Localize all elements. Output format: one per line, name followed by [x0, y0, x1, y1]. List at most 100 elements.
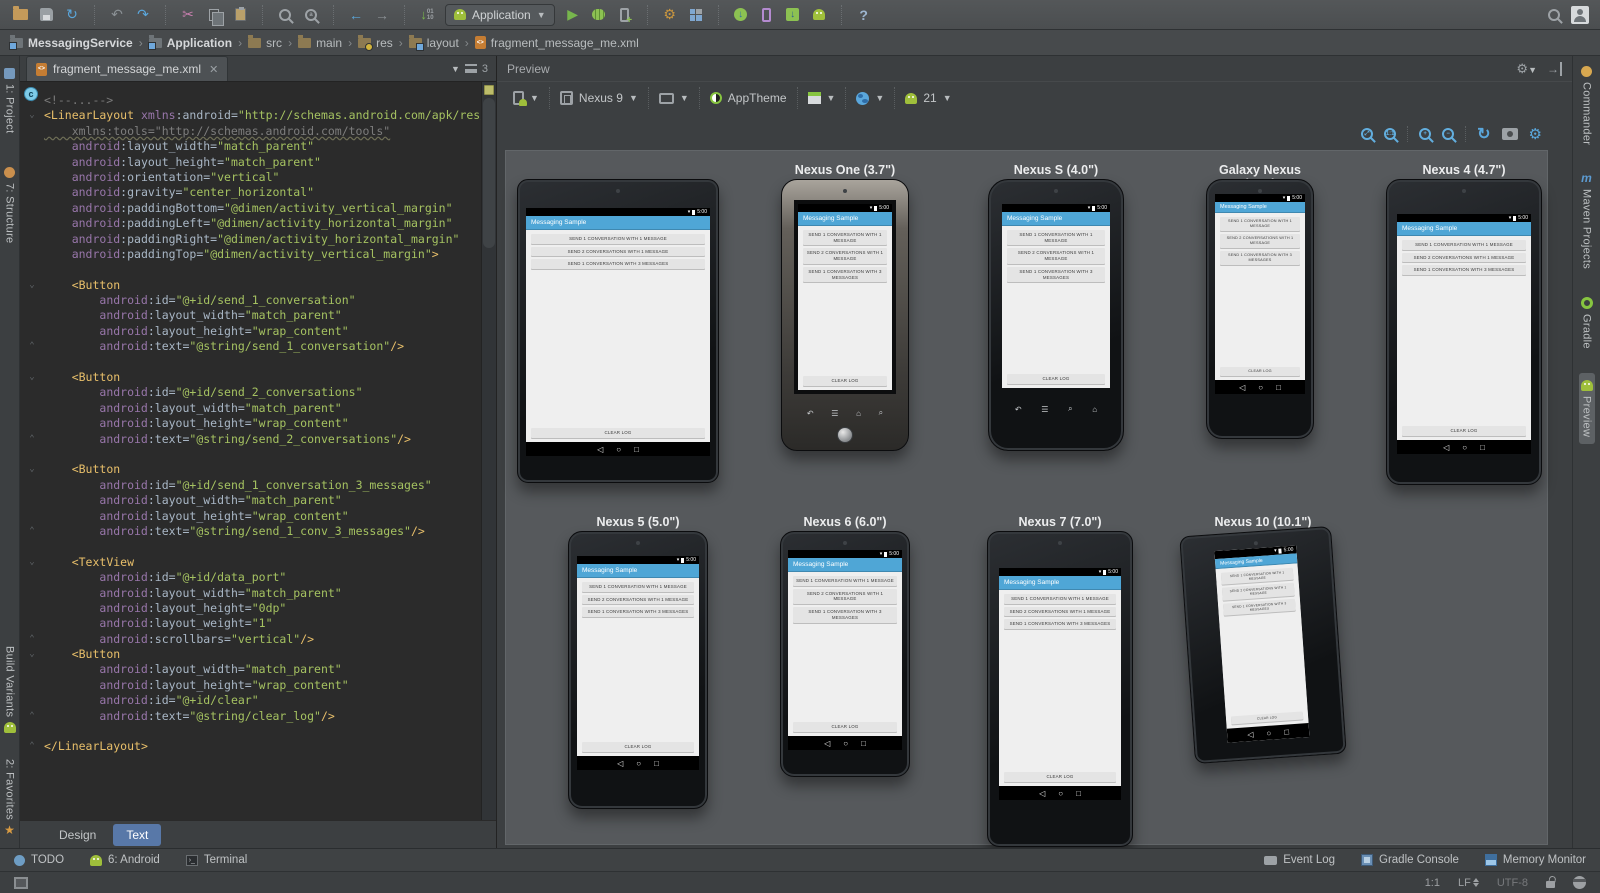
toolwindow-android[interactable]: 6: Android: [90, 854, 160, 866]
nav-back-icon[interactable]: ◁: [617, 759, 623, 768]
nav-recents-icon[interactable]: □: [654, 759, 659, 768]
nav-back-icon[interactable]: ◁: [1039, 789, 1045, 798]
device-select[interactable]: Nexus 9▼: [549, 87, 648, 109]
save-all-icon[interactable]: [34, 3, 58, 27]
send-2-conversations-button[interactable]: SEND 2 CONVERSATIONS WITH 1 MESSAGE: [1220, 234, 1300, 248]
attach-debugger-icon[interactable]: [613, 3, 637, 27]
breadcrumb-module[interactable]: Application: [149, 36, 232, 50]
nav-back-icon[interactable]: ◁: [1239, 383, 1245, 392]
clear-log-button[interactable]: CLEAR LOG: [531, 428, 705, 438]
nav-home-icon[interactable]: ○: [1266, 728, 1271, 737]
nav-back-icon[interactable]: ◁: [1247, 729, 1254, 738]
preview-canvas[interactable]: ▾ 5:00 Messaging Sample SEND 1 CONVERSAT…: [505, 150, 1548, 845]
send-2-conversations-button[interactable]: SEND 2 CONVERSATIONS WITH 1 MESSAGE: [793, 589, 897, 604]
scrollbar-thumb[interactable]: [483, 98, 495, 248]
send-2-conversations-button[interactable]: SEND 2 CONVERSATIONS WITH 1 MESSAGE: [1402, 253, 1526, 263]
forward-icon[interactable]: →: [370, 3, 394, 27]
clear-log-button[interactable]: CLEAR LOG: [1402, 426, 1526, 436]
line-separator-select[interactable]: LF: [1458, 877, 1479, 889]
breadcrumb-res[interactable]: res: [358, 36, 393, 50]
toolwindow-toggle-icon[interactable]: [14, 877, 28, 889]
nav-home-icon[interactable]: ○: [1462, 443, 1467, 452]
nav-home-icon[interactable]: ○: [843, 739, 848, 748]
hide-panel-icon[interactable]: →: [1547, 62, 1562, 76]
send-1-conversation-3-messages-button[interactable]: SEND 1 CONVERSATION WITH 3 MESSAGES: [582, 607, 694, 617]
clear-log-button[interactable]: CLEAR LOG: [803, 376, 887, 386]
send-1-conversation-button[interactable]: SEND 1 CONVERSATION WITH 1 MESSAGE: [1220, 217, 1300, 231]
file-encoding[interactable]: UTF-8: [1497, 877, 1528, 889]
send-1-conversation-3-messages-button[interactable]: SEND 1 CONVERSATION WITH 3 MESSAGES: [531, 259, 705, 269]
replace-icon[interactable]: a: [299, 3, 323, 27]
debug-icon[interactable]: [587, 3, 611, 27]
send-1-conversation-3-messages-button[interactable]: SEND 1 CONVERSATION WITH 3 MESSAGES: [793, 607, 897, 622]
send-1-conversation-3-messages-button[interactable]: SEND 1 CONVERSATION WITH 3 MESSAGES: [1004, 619, 1116, 629]
sdk-update-icon[interactable]: ↓: [781, 3, 805, 27]
activity-select[interactable]: ▼: [797, 87, 846, 109]
send-1-conversation-button[interactable]: SEND 1 CONVERSATION WITH 1 MESSAGE: [1007, 230, 1105, 245]
send-1-conversation-3-messages-button[interactable]: SEND 1 CONVERSATION WITH 3 MESSAGES: [1220, 251, 1300, 265]
hex-view-icon[interactable]: ↓0110: [415, 3, 439, 27]
send-2-conversations-button[interactable]: SEND 2 CONVERSATIONS WITH 1 MESSAGE: [1222, 583, 1295, 600]
nav-recents-icon[interactable]: □: [634, 445, 639, 454]
tab-list-icon[interactable]: [465, 64, 477, 73]
tab-design[interactable]: Design: [46, 824, 109, 846]
run-icon[interactable]: ▶: [561, 3, 585, 27]
send-1-conversation-button[interactable]: SEND 1 CONVERSATION WITH 1 MESSAGE: [1402, 240, 1526, 250]
send-1-conversation-button[interactable]: SEND 1 CONVERSATION WITH 1 MESSAGE: [1221, 568, 1294, 585]
back-icon[interactable]: ←: [344, 3, 368, 27]
send-2-conversations-button[interactable]: SEND 2 CONVERSATIONS WITH 1 MESSAGE: [1007, 248, 1105, 263]
breadcrumb-file[interactable]: <>fragment_message_me.xml: [475, 36, 639, 50]
breadcrumb-src[interactable]: src: [248, 36, 282, 50]
screenshot-icon[interactable]: [1502, 128, 1518, 140]
undo-icon[interactable]: ↶: [105, 3, 129, 27]
find-icon[interactable]: [273, 3, 297, 27]
editor-scrollbar[interactable]: [481, 82, 496, 820]
inspections-hector-icon[interactable]: [1573, 876, 1586, 889]
send-2-conversations-button[interactable]: SEND 2 CONVERSATIONS WITH 1 MESSAGE: [1004, 607, 1116, 617]
toolwindow-tab-maven[interactable]: m Maven Projects: [1581, 173, 1593, 269]
send-1-conversation-3-messages-button[interactable]: SEND 1 CONVERSATION WITH 3 MESSAGES: [1007, 267, 1105, 282]
send-1-conversation-3-messages-button[interactable]: SEND 1 CONVERSATION WITH 3 MESSAGES: [803, 267, 887, 282]
device-preview-nexus9[interactable]: ▾ 5:00 Messaging Sample SEND 1 CONVERSAT…: [517, 163, 719, 483]
send-1-conversation-button[interactable]: SEND 1 CONVERSATION WITH 1 MESSAGE: [582, 582, 694, 592]
copy-icon[interactable]: [202, 3, 226, 27]
zoom-to-fit-icon[interactable]: ⤢: [1361, 128, 1373, 140]
nav-home-icon[interactable]: ○: [1258, 383, 1263, 392]
nav-home-icon[interactable]: ○: [616, 445, 621, 454]
toolwindow-event-log[interactable]: Event Log: [1264, 854, 1335, 866]
device-preview-nexus-one[interactable]: Nexus One (3.7") ▾ 5:00 Messaging Sample…: [781, 163, 909, 451]
toolwindow-tab-favorites[interactable]: 2: Favorites ★: [4, 759, 16, 836]
open-file-icon[interactable]: [8, 3, 32, 27]
toolwindow-tab-preview[interactable]: Preview: [1579, 373, 1595, 444]
preview-settings-icon[interactable]: ⚙: [1529, 125, 1542, 143]
toolwindow-tab-gradle[interactable]: Gradle: [1581, 297, 1593, 349]
nav-recents-icon[interactable]: □: [1480, 443, 1485, 452]
zoom-out-icon[interactable]: −: [1442, 128, 1454, 140]
toolwindow-tab-build-variants[interactable]: Build Variants: [4, 646, 16, 733]
redo-icon[interactable]: ↷: [131, 3, 155, 27]
toolwindow-tab-commander[interactable]: Commander: [1581, 66, 1593, 145]
device-preview-nexus7[interactable]: Nexus 7 (7.0") ▾ 5:00 Messaging Sample S…: [987, 515, 1133, 847]
clear-log-button[interactable]: CLEAR LOG: [582, 742, 694, 752]
code-editor[interactable]: +<!--...-->⌄<LinearLayout xmlns:android=…: [20, 82, 496, 820]
clear-log-button[interactable]: CLEAR LOG: [1220, 367, 1300, 376]
send-1-conversation-button[interactable]: SEND 1 CONVERSATION WITH 1 MESSAGE: [1004, 594, 1116, 604]
zoom-in-icon[interactable]: +: [1419, 128, 1431, 140]
clear-log-button[interactable]: CLEAR LOG: [1231, 711, 1303, 724]
device-preview-nexus6[interactable]: Nexus 6 (6.0") ▾ 5:00 Messaging Sample S…: [780, 515, 910, 777]
inspection-status-marker[interactable]: [484, 85, 494, 95]
toolwindow-todo[interactable]: TODO: [14, 854, 64, 866]
nav-recents-icon[interactable]: □: [1276, 383, 1281, 392]
configuration-select[interactable]: ▼: [503, 87, 549, 109]
send-1-conversation-button[interactable]: SEND 1 CONVERSATION WITH 1 MESSAGE: [793, 576, 897, 586]
send-2-conversations-button[interactable]: SEND 2 CONVERSATIONS WITH 1 MESSAGE: [803, 248, 887, 263]
gradle-sync-icon[interactable]: ⚙: [658, 3, 682, 27]
paste-icon[interactable]: [228, 3, 252, 27]
lock-icon[interactable]: [1546, 881, 1555, 888]
breadcrumb-main[interactable]: main: [298, 36, 342, 50]
run-configuration-select[interactable]: Application ▼: [445, 4, 555, 26]
clear-log-button[interactable]: CLEAR LOG: [793, 722, 897, 732]
help-icon[interactable]: ?: [852, 3, 876, 27]
send-2-conversations-button[interactable]: SEND 2 CONVERSATIONS WITH 1 MESSAGE: [531, 247, 705, 257]
breadcrumb-project[interactable]: MessagingService: [10, 36, 133, 50]
